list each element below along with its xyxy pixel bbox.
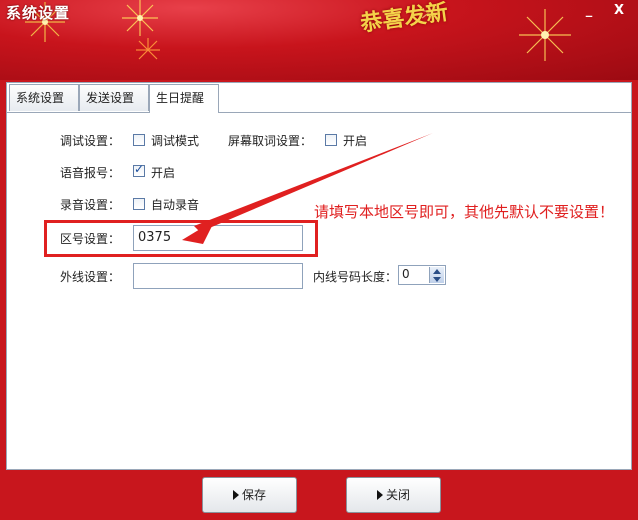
- debug-settings-label: 调试设置：: [60, 134, 121, 148]
- close-button-label: 关闭: [385, 488, 410, 502]
- tab-divider: [6, 112, 632, 113]
- close-window-button[interactable]: X: [610, 3, 628, 19]
- screen-capture-option-label[interactable]: 开启: [343, 132, 367, 149]
- auto-record-label[interactable]: 自动录音: [151, 196, 199, 213]
- voice-report-checkbox[interactable]: [133, 162, 145, 177]
- tab-system-settings[interactable]: 系统设置: [9, 84, 79, 111]
- screen-capture-label: 屏幕取词设置：: [228, 134, 313, 148]
- decrement-icon[interactable]: [433, 277, 441, 282]
- save-button[interactable]: 保存: [202, 477, 297, 513]
- internal-length-stepper[interactable]: 0: [398, 265, 446, 285]
- voice-report-option-label[interactable]: 开启: [151, 164, 175, 181]
- fireworks-decoration: [25, 0, 571, 61]
- annotation-note: 请填写本地区号即可，其他先默认不要设置！: [314, 203, 615, 221]
- area-code-input[interactable]: 0375: [133, 225, 303, 251]
- window-title: 系统设置: [6, 4, 71, 22]
- increment-icon[interactable]: [433, 269, 441, 274]
- screen-capture-checkbox[interactable]: [325, 134, 337, 146]
- minimize-button[interactable]: _: [580, 3, 598, 19]
- auto-record-checkbox[interactable]: [133, 198, 145, 210]
- voice-report-label: 语音报号：: [60, 166, 121, 180]
- debug-mode-checkbox[interactable]: [133, 134, 145, 146]
- outside-line-input[interactable]: [133, 263, 303, 289]
- tab-send-settings[interactable]: 发送设置: [79, 84, 149, 111]
- settings-window: 系统设置 恭喜发新 _ X 系统设置 发送设置 生日提醒 调试设置： 调试模式 …: [0, 0, 638, 520]
- tab-birthday-reminder[interactable]: 生日提醒: [149, 84, 219, 113]
- recording-settings-label: 录音设置：: [60, 198, 121, 212]
- area-code-label: 区号设置：: [60, 232, 121, 246]
- close-button[interactable]: 关闭: [346, 477, 441, 513]
- debug-mode-label[interactable]: 调试模式: [151, 132, 199, 149]
- stepper-arrows[interactable]: [429, 267, 444, 283]
- internal-length-value: 0: [402, 267, 410, 281]
- play-icon: [376, 490, 383, 500]
- play-icon: [232, 490, 239, 500]
- internal-length-label: 内线号码长度：: [313, 270, 398, 284]
- title-bar: 系统设置 恭喜发新 _ X: [0, 0, 638, 80]
- save-button-label: 保存: [241, 488, 266, 502]
- outside-line-label: 外线设置：: [60, 270, 121, 284]
